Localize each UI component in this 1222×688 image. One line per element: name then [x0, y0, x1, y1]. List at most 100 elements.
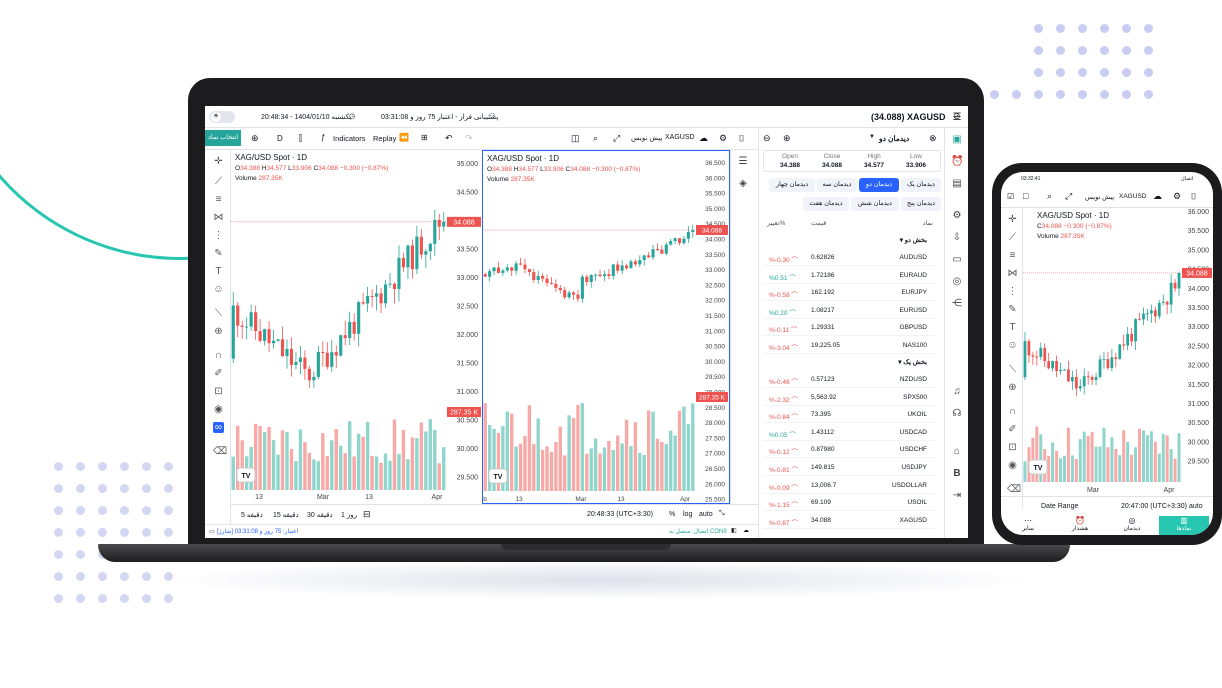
panel-icon[interactable]: ◧ [731, 527, 737, 534]
card-icon[interactable]: ▭ [951, 254, 963, 266]
prediction-icon[interactable]: ⋮ [213, 230, 224, 241]
phone-fullscreen-icon[interactable]: ⤢ [1065, 191, 1072, 202]
phone-tab-symbols[interactable]: ▥ نمادها [1159, 516, 1209, 535]
phone-fib-icon[interactable]: ≡ [1007, 250, 1018, 261]
watchlist-row[interactable]: %-0.81 ⌒ 149.815 USDJPY [763, 459, 935, 476]
rewind-icon[interactable]: ⏪ [399, 133, 409, 142]
percent-toggle[interactable]: % [669, 511, 675, 518]
phone-trash-icon[interactable]: ⌫ [1007, 484, 1021, 495]
user-icon[interactable]: ⚇ [489, 112, 495, 120]
home-icon[interactable]: ⌂ [951, 446, 963, 458]
notes-icon[interactable]: ▤ [951, 178, 963, 190]
left-chart-pane[interactable]: 35.00034.50034.00033.50033.00032.50032.0… [231, 150, 482, 504]
replay-button[interactable]: Replay [373, 134, 396, 143]
object-tree-icon[interactable]: ☰ [737, 156, 749, 168]
trash-icon[interactable]: ⌫ [213, 446, 227, 457]
layers-icon[interactable]: ◈ [737, 178, 749, 190]
range-5m[interactable]: 5 دقیقه [241, 511, 263, 519]
lock-icon[interactable]: ⊡ [213, 386, 224, 397]
brush-icon[interactable]: ✎ [213, 248, 224, 259]
trendline-icon[interactable]: ⟋ [213, 176, 224, 187]
phone-pattern-icon[interactable]: ⋈ [1007, 268, 1018, 279]
phone-camera-icon[interactable]: ⌷ [1191, 191, 1196, 202]
undo-icon[interactable]: ↶ [445, 133, 453, 144]
indicators-button[interactable]: Indicators [333, 134, 366, 143]
phone-text-icon[interactable]: T [1007, 322, 1018, 333]
phone-crosshair-icon[interactable]: ✛ [1007, 214, 1018, 225]
share-icon[interactable]: ⋲ [951, 298, 963, 310]
dropdown-icon[interactable]: ▼ [869, 134, 875, 140]
watchlist-icon[interactable]: ▣ [951, 134, 963, 146]
zoom-in-icon[interactable]: ⊕ [213, 326, 224, 337]
watchlist-row[interactable]: %-2.32 ⌒ 5,563.92 SPX500 [763, 389, 935, 406]
left-chart-canvas[interactable]: 35.00034.50034.00033.50033.00032.50032.0… [231, 150, 482, 504]
right-chart-canvas[interactable]: 36.50036.00035.50035.00034.50034.00033.5… [483, 151, 729, 503]
phone-trendline-icon[interactable]: ⟋ [1007, 232, 1018, 243]
phone-auto[interactable]: auto [1189, 503, 1203, 510]
tab-watchlist-1[interactable]: دیدمان یک [901, 178, 941, 192]
credit-status[interactable]: اعتبار: 75 روز و 03:31:08 [شارژ] [217, 528, 298, 535]
redo-icon[interactable]: ↷ [465, 133, 473, 144]
auto-toggle[interactable]: auto [699, 511, 713, 518]
account-icon[interactable]: ◎ [951, 276, 963, 288]
range-1d[interactable]: 1 روز [341, 511, 357, 519]
close-icon[interactable]: ⊗ [929, 133, 937, 144]
phone-eye-icon[interactable]: ◉ [1007, 460, 1018, 471]
watchlist-row[interactable]: %0.20 ⌒ 1.08217 EURUSD [763, 302, 935, 319]
tab-watchlist-5[interactable]: دیدمان پنج [901, 197, 941, 211]
expand-icon[interactable]: ⤡ [719, 510, 725, 518]
phone-chart-canvas[interactable]: 36.00035.50035.00034.50034.00033.50033.0… [1023, 208, 1213, 496]
bell-icon[interactable]: ♫ [951, 386, 963, 398]
select-symbol-button[interactable]: انتخاب نماد [205, 130, 241, 146]
phone-magnet-icon[interactable]: ∩ [1007, 406, 1018, 417]
phone-pre-write[interactable]: پیش نویس [1085, 193, 1114, 201]
watchlist-row[interactable]: %-0.30 ⌒ 0.62826 AUDUSD [763, 249, 935, 266]
calendar-icon[interactable]: ⊟ [363, 509, 371, 520]
watchlist-row[interactable]: %-0.46 ⌒ 0.57123 NZDUSD [763, 371, 935, 388]
cloud-icon[interactable]: ☁ [699, 133, 708, 144]
phone-square-icon[interactable]: □ [1023, 191, 1028, 201]
tab-watchlist-4[interactable]: دیدمان چهار [769, 178, 815, 192]
phone-tab-watch[interactable]: ◎ دیدمان [1107, 516, 1157, 535]
emoji-icon[interactable]: ☺ [213, 284, 224, 295]
watchlist-row[interactable]: %-0.84 ⌒ 73.395 UKOIL [763, 406, 935, 424]
tab-watchlist-7[interactable]: دیدمان هفت [803, 197, 849, 211]
watchlist-row[interactable]: %-0.12 ⌒ 0.87980 USDCHF [763, 441, 935, 459]
phone-cloud-icon[interactable]: ☁ [1153, 191, 1162, 202]
fullscreen-icon[interactable]: ⤢ [613, 133, 620, 144]
crosshair-icon[interactable]: ✛ [213, 156, 224, 167]
add-icon[interactable]: ⊕ [251, 133, 259, 144]
phone-lock-drawing-icon[interactable]: ✐ [1007, 424, 1018, 435]
watchlist-row[interactable]: %-0.58 ⌒ 162.192 EURJPY [763, 284, 935, 302]
watchlist-row[interactable]: %-1.15 ⌒ 69.109 USOIL [763, 494, 935, 512]
headset-icon[interactable]: ☊ [951, 408, 963, 420]
gear-icon[interactable]: ⚙ [951, 210, 963, 222]
minus-icon[interactable]: ⊖ [763, 133, 771, 144]
pattern-icon[interactable]: ⋈ [213, 212, 224, 223]
log-toggle[interactable]: log [683, 511, 692, 518]
alarm-icon[interactable]: ⏰ [951, 156, 963, 168]
phone-check-icon[interactable]: ☑ [1007, 192, 1014, 201]
logout-icon[interactable]: ⇥ [951, 490, 963, 502]
settings-icon[interactable]: ⚙ [719, 133, 727, 144]
watchlist-row[interactable]: %0.51 ⌒ 1.72186 EURAUD [763, 267, 935, 284]
phone-settings-icon[interactable]: ⚙ [1173, 191, 1181, 202]
phone-prediction-icon[interactable]: ⋮ [1007, 286, 1018, 297]
ruler-icon[interactable]: ⟍ [213, 308, 224, 319]
phone-chart-pane[interactable]: 36.00035.50035.00034.50034.00033.50033.0… [1023, 208, 1213, 496]
watchlist-title[interactable]: دیدمان دو [879, 134, 909, 143]
toolbar-symbol[interactable]: XAGUSD [665, 134, 695, 141]
range-15m[interactable]: 15 دقیقه [273, 511, 299, 519]
download-icon[interactable]: ⇩ [951, 232, 963, 244]
watchlist-row[interactable]: %0.05 ⌒ 1.43112 USDCAD [763, 424, 935, 441]
phone-tab-other[interactable]: ⋯ سایر [1003, 516, 1053, 535]
phone-search-icon[interactable]: ⌕ [1047, 191, 1052, 202]
watchlist-section-header[interactable]: ▾ بخش یک [763, 354, 935, 370]
phone-lock-icon[interactable]: ⊡ [1007, 442, 1018, 453]
phone-brush-icon[interactable]: ✎ [1007, 304, 1018, 315]
date-range-button[interactable]: Date Range [1041, 503, 1078, 510]
eye-icon[interactable]: ◉ [213, 404, 224, 415]
watchlist-row[interactable]: %-3.04 ⌒ 19,225.05 NAS100 [763, 337, 935, 354]
layout-icon[interactable]: ◫ [571, 133, 580, 144]
b-logo-icon[interactable]: B [951, 468, 963, 480]
